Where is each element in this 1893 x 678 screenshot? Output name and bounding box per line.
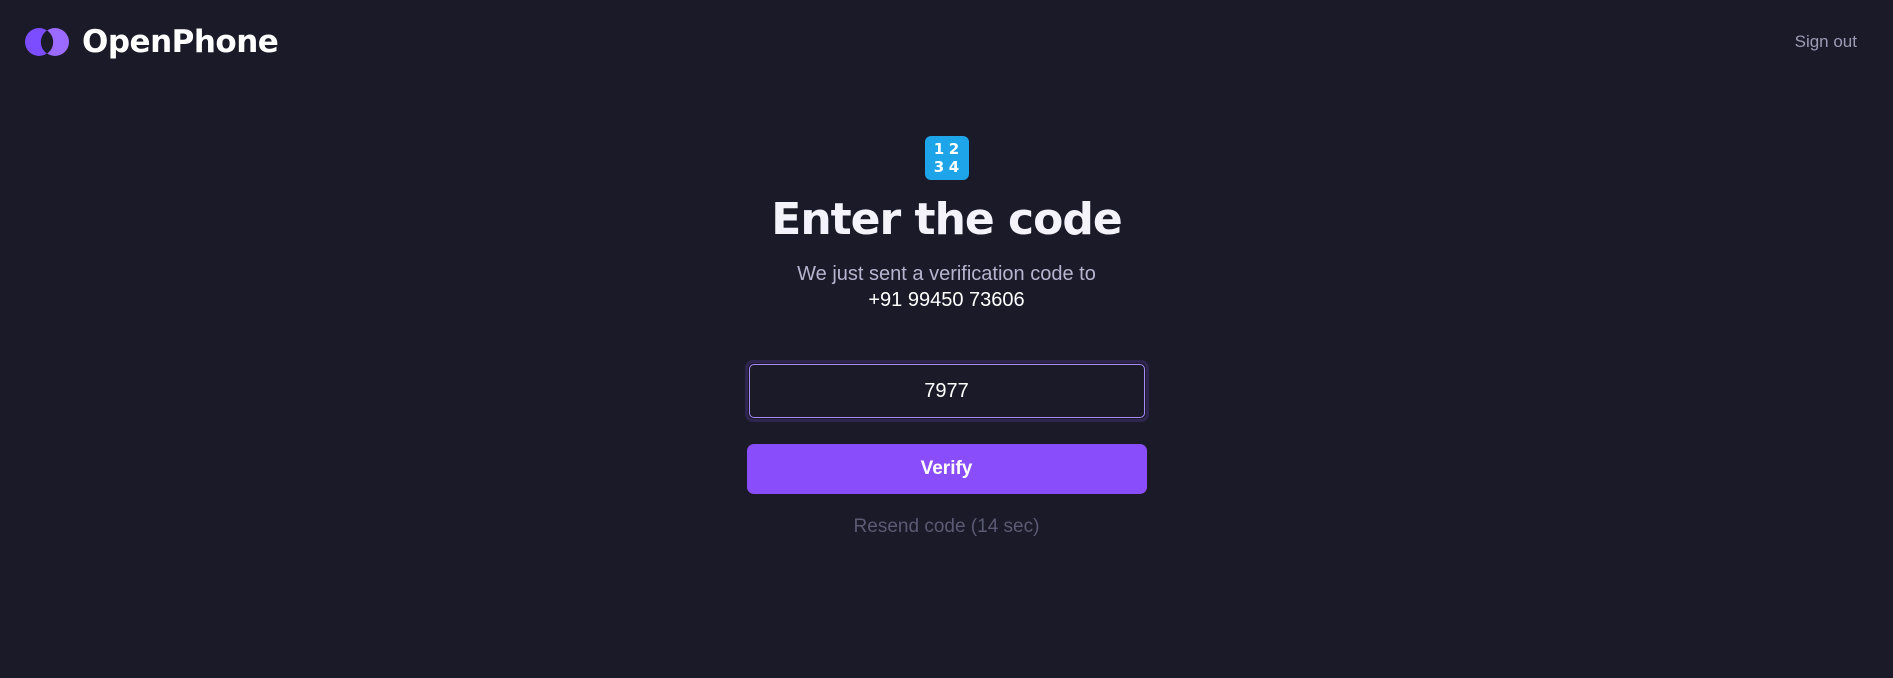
verification-page: OpenPhone Sign out 1 2 3 4 Enter the cod… bbox=[0, 0, 1893, 678]
brand: OpenPhone bbox=[24, 24, 279, 60]
keycap-digits-icon: 1 2 3 4 bbox=[924, 136, 969, 180]
verification-form: 1 2 3 4 Enter the code We just sent a ve… bbox=[0, 136, 1893, 538]
brand-name: OpenPhone bbox=[82, 24, 279, 60]
verify-button[interactable]: Verify bbox=[746, 444, 1147, 494]
keycap-digit: 4 bbox=[948, 158, 960, 176]
code-input[interactable] bbox=[748, 364, 1145, 418]
keycap-digit: 2 bbox=[948, 140, 960, 158]
sign-out-link[interactable]: Sign out bbox=[1795, 32, 1857, 52]
keycap-digit: 3 bbox=[933, 158, 945, 176]
code-field-focus-ring bbox=[744, 360, 1149, 422]
keycap-digit: 1 bbox=[933, 140, 945, 158]
verification-subtitle: We just sent a verification code to bbox=[797, 263, 1096, 285]
phone-number: +91 99450 73606 bbox=[868, 289, 1025, 311]
page-title: Enter the code bbox=[771, 194, 1122, 245]
top-bar: OpenPhone Sign out bbox=[0, 0, 1893, 84]
openphone-logo-icon bbox=[25, 28, 69, 56]
resend-code-link[interactable]: Resend code (14 sec) bbox=[854, 516, 1040, 538]
